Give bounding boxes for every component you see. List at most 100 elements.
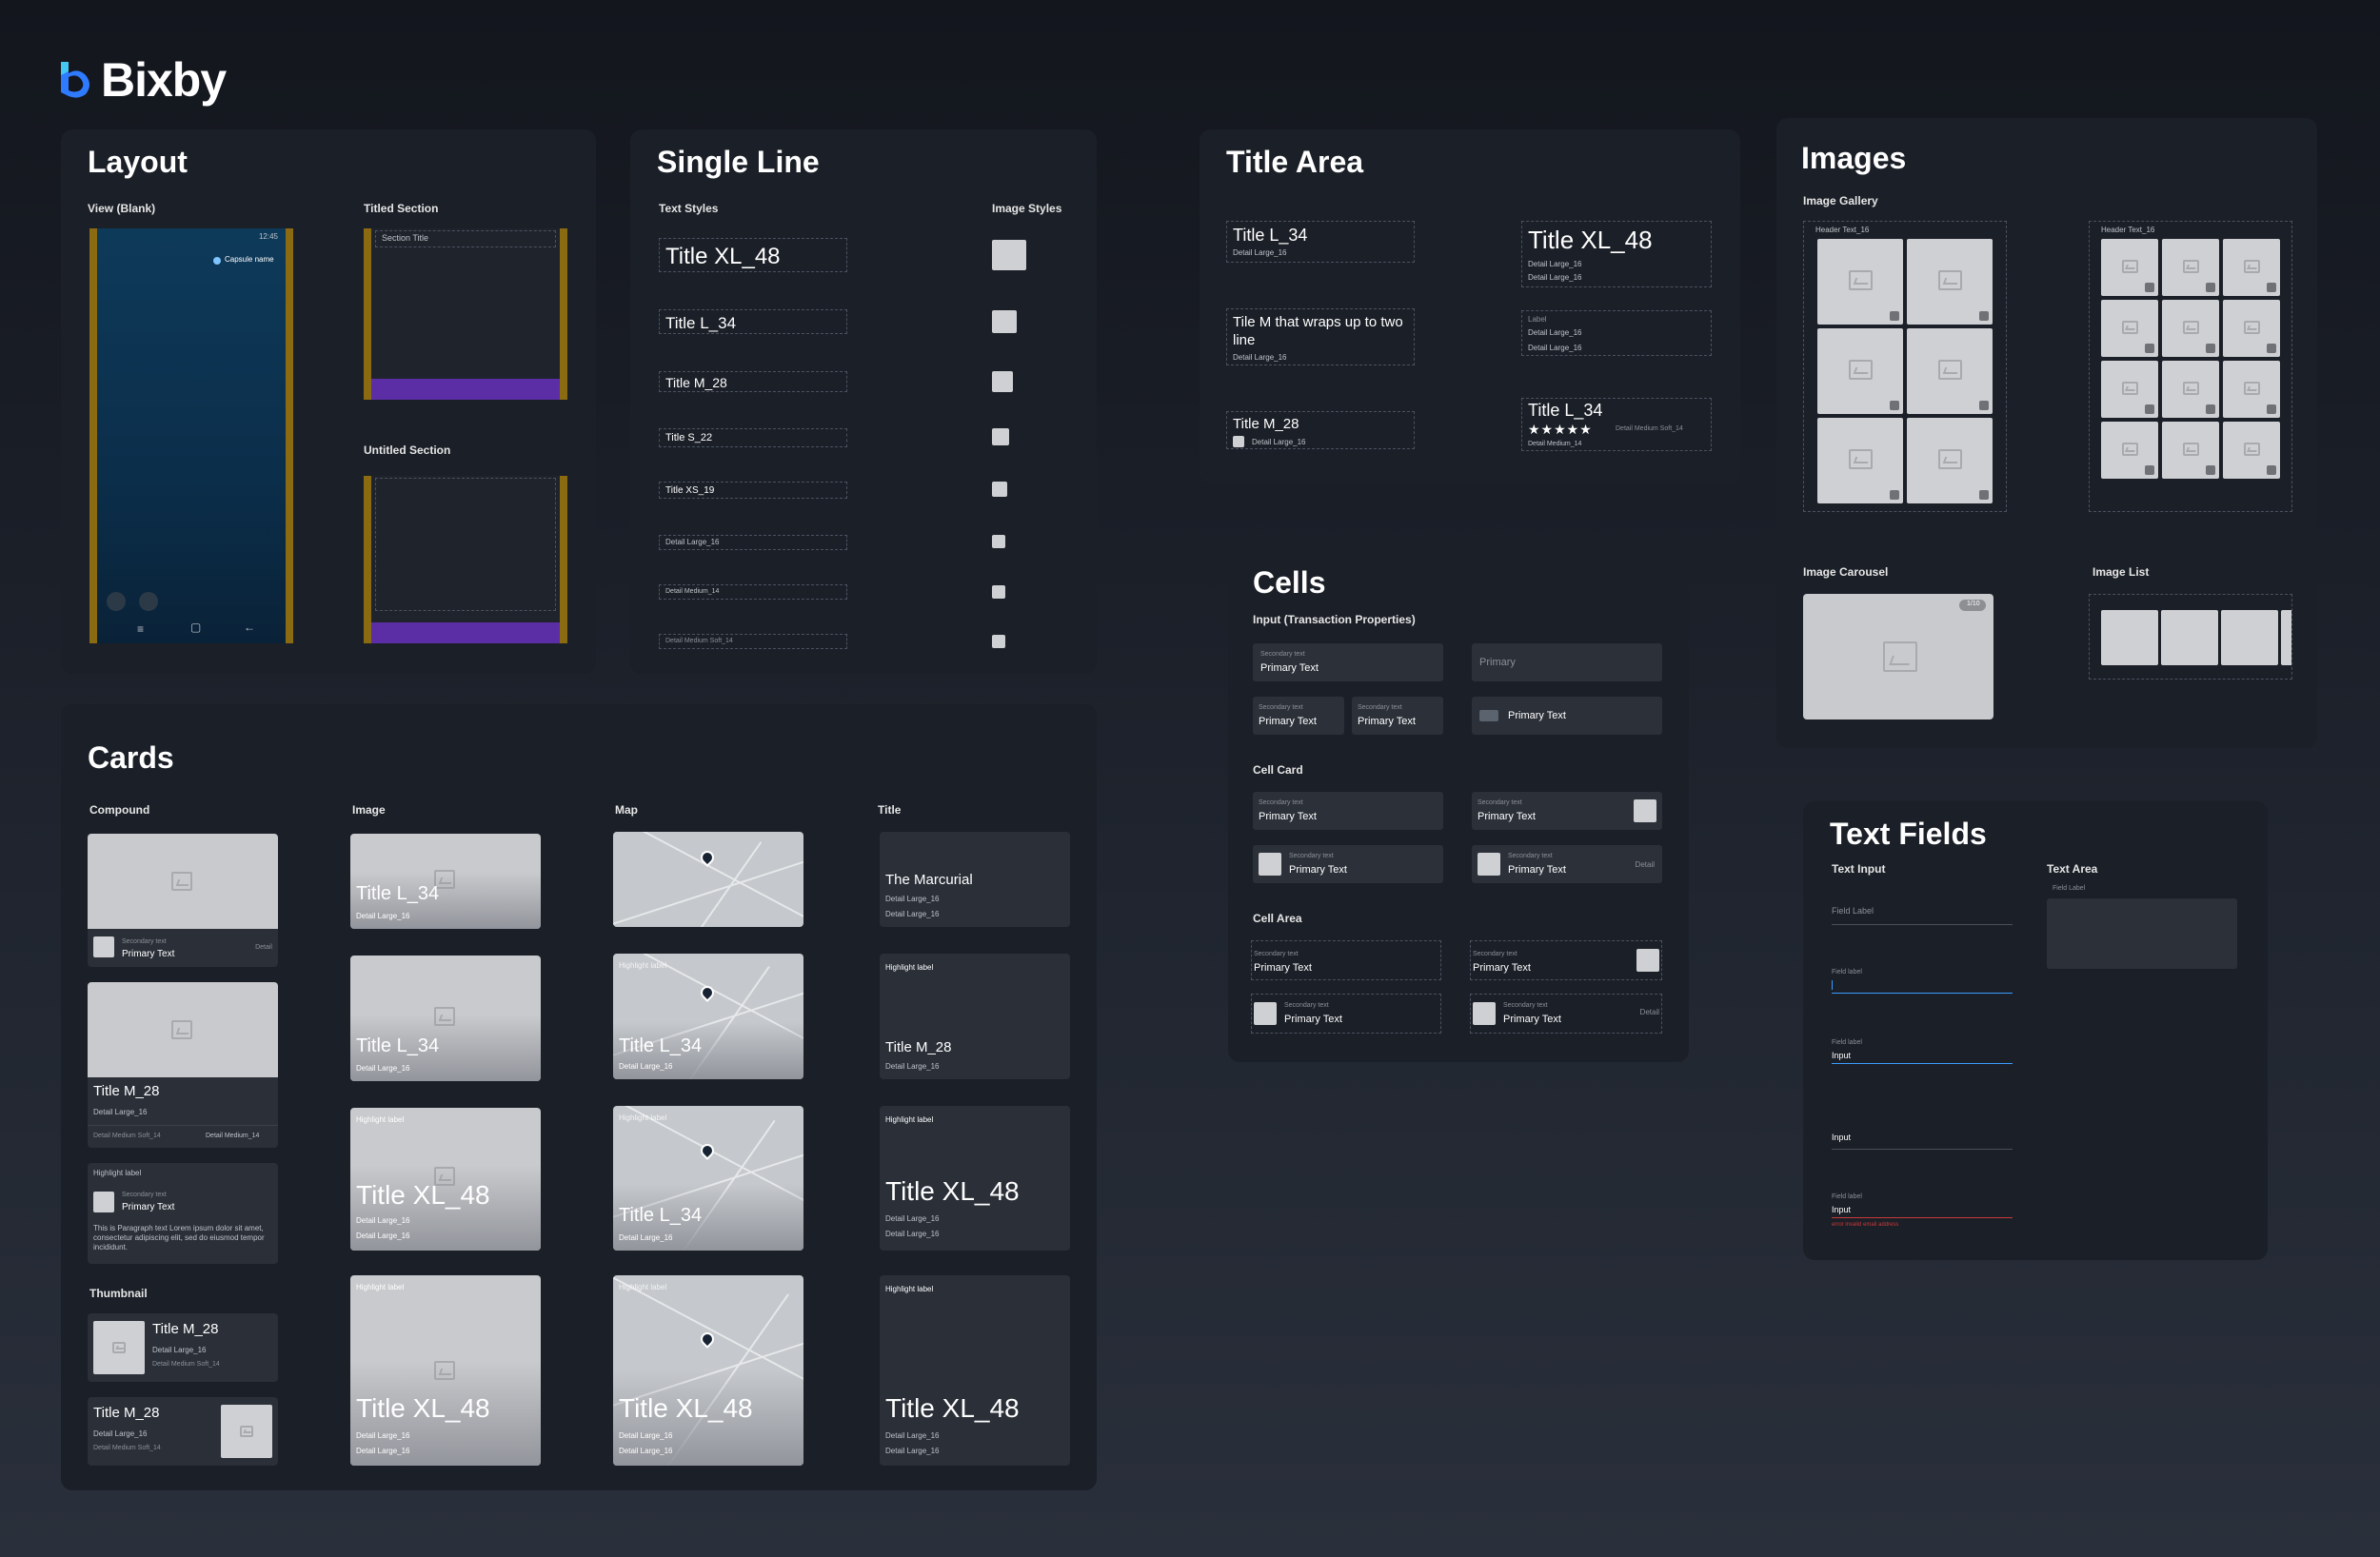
text-input-empty[interactable]: Field Label <box>1832 902 2013 925</box>
layout-panel: Layout View (Blank) Titled Section Untit… <box>61 129 596 674</box>
cell-area-thumb-right[interactable]: Secondary text Primary Text <box>1470 940 1662 980</box>
credit-card-icon <box>1479 710 1498 721</box>
keyboard-icon[interactable] <box>107 592 126 611</box>
text-input-filled-focused[interactable]: Field label Input <box>1832 1039 2013 1064</box>
text-area[interactable] <box>2047 898 2237 969</box>
image-placeholder-icon <box>171 1020 192 1039</box>
action-bar <box>371 379 560 400</box>
map-card-xl[interactable]: Highlight label Title XL_48 Detail Large… <box>613 1275 803 1466</box>
image-style-xs <box>992 482 1007 497</box>
image-placeholder-icon <box>2182 259 2199 273</box>
image-carousel[interactable]: 1/10 <box>1803 594 1993 719</box>
list-image[interactable] <box>2281 610 2291 665</box>
map-card-title[interactable]: Highlight label Title L_34 Detail Large_… <box>613 1106 803 1251</box>
cell-card[interactable]: Secondary text Primary Text <box>1253 792 1443 830</box>
image-gallery-2col: Header Text_16 <box>1803 221 2007 512</box>
title-card-xl-tall[interactable]: Highlight label Title XL_48 Detail Large… <box>880 1275 1070 1466</box>
column-label: Compound <box>89 803 150 817</box>
image-card-l[interactable]: Title L_34 Detail Large_16 <box>350 834 541 929</box>
text-input-filled[interactable]: Input <box>1832 1131 2013 1150</box>
expand-icon <box>2267 465 2276 475</box>
column-label: Title <box>878 803 902 817</box>
expand-icon <box>2145 465 2154 475</box>
gallery-image[interactable] <box>1817 328 1903 414</box>
back-icon[interactable]: ← <box>244 621 255 634</box>
section-label: Untitled Section <box>364 443 451 457</box>
gallery-image[interactable] <box>2223 239 2280 296</box>
thumbnail-card-left[interactable]: Title M_28 Detail Large_16 Detail Medium… <box>88 1313 278 1382</box>
gallery-image[interactable] <box>2223 361 2280 418</box>
list-image[interactable] <box>2161 610 2218 665</box>
compound-card-paragraph[interactable]: Highlight label Secondary text Primary T… <box>88 1163 278 1264</box>
input-cell[interactable]: Secondary text Primary Text <box>1253 643 1443 681</box>
section-label: Text Input <box>1832 862 1886 876</box>
gallery-image[interactable] <box>2162 239 2219 296</box>
gallery-image[interactable] <box>2101 422 2158 479</box>
gallery-image[interactable] <box>2223 300 2280 357</box>
gallery-image[interactable] <box>2101 300 2158 357</box>
recent-apps-icon[interactable]: ≡ <box>137 622 144 636</box>
thumbnail <box>93 936 114 957</box>
gallery-image[interactable] <box>2223 422 2280 479</box>
cell-card-thumb-left[interactable]: Secondary text Primary Text <box>1253 845 1443 883</box>
text-cursor <box>1832 980 1833 990</box>
image-card-xl-tall[interactable]: Highlight label Title XL_48 Detail Large… <box>350 1275 541 1466</box>
bixby-mic-icon[interactable] <box>139 592 158 611</box>
title-card-marcurial[interactable]: The Marcurial Detail Large_16 Detail Lar… <box>880 832 1070 927</box>
bixby-logo: Bixby <box>57 52 295 109</box>
cell-area-thumb-left[interactable]: Secondary text Primary Text <box>1251 994 1441 1034</box>
input-cell-card[interactable]: Primary Text <box>1472 697 1662 735</box>
gallery-image[interactable] <box>1907 239 1993 325</box>
text-input-error[interactable]: Field label Input <box>1832 1193 2013 1218</box>
gallery-image[interactable] <box>2162 300 2219 357</box>
list-image[interactable] <box>2221 610 2278 665</box>
input-cell-half[interactable]: Secondary text Primary Text <box>1253 697 1344 735</box>
compound-card-image-cell[interactable]: Secondary text Primary Text Detail <box>88 834 278 967</box>
image-placeholder-icon <box>1848 448 1873 469</box>
image-card-xl[interactable]: Highlight label Title XL_48 Detail Large… <box>350 1108 541 1251</box>
image-style-xl <box>992 240 1026 270</box>
expand-icon <box>1979 401 1989 410</box>
text-style-title-s: Title S_22 <box>659 428 847 447</box>
title-area-panel: Title Area Title L_34 Detail Large_16 Ti… <box>1200 129 1740 483</box>
cell-card-detail[interactable]: Secondary text Primary Text Detail <box>1472 845 1662 883</box>
gallery-image[interactable] <box>2162 422 2219 479</box>
compound-card-image-title[interactable]: Title M_28 Detail Large_16 Detail Medium… <box>88 982 278 1148</box>
image-card-l[interactable]: Title L_34 Detail Large_16 <box>350 956 541 1081</box>
text-input-focused[interactable]: Field label <box>1832 969 2013 994</box>
expand-icon <box>2145 404 2154 414</box>
expand-icon <box>2206 283 2215 292</box>
gallery-grid <box>1817 239 1994 507</box>
panel-title: Cells <box>1253 565 1326 600</box>
gallery-image[interactable] <box>1817 418 1903 503</box>
gallery-image[interactable] <box>1817 239 1903 325</box>
gallery-image[interactable] <box>1907 328 1993 414</box>
gallery-image[interactable] <box>2101 361 2158 418</box>
gallery-image[interactable] <box>1907 418 1993 503</box>
expand-icon <box>1979 311 1989 321</box>
text-style-detail-medium-soft: Detail Medium Soft_14 <box>659 634 847 649</box>
thumbnail-card-right[interactable]: Title M_28 Detail Large_16 Detail Medium… <box>88 1397 278 1466</box>
image-placeholder-icon <box>2182 320 2199 334</box>
title-area-rating: Title L_34 ★★★★★ Detail Medium Soft_14 D… <box>1521 398 1712 451</box>
status-time: 12:45 <box>258 232 278 241</box>
gallery-image[interactable] <box>2162 361 2219 418</box>
text-style-title-xl: Title XL_48 <box>659 238 847 272</box>
column-label: Image <box>352 803 386 817</box>
map-card[interactable] <box>613 832 803 927</box>
gallery-image[interactable] <box>2101 239 2158 296</box>
cell-area[interactable]: Secondary text Primary Text <box>1251 940 1441 980</box>
text-fields-panel: Text Fields Text Input Text Area Field L… <box>1803 801 2268 1260</box>
home-icon[interactable]: ▢ <box>190 621 201 634</box>
input-cell-half[interactable]: Secondary text Primary Text <box>1352 697 1443 735</box>
image-style-detail-m <box>992 585 1005 599</box>
title-area-wrap: Tile M that wraps up to two line Detail … <box>1226 308 1415 365</box>
list-image[interactable] <box>2101 610 2158 665</box>
title-card-m[interactable]: Highlight label Title M_28 Detail Large_… <box>880 954 1070 1079</box>
input-cell-placeholder[interactable]: Primary <box>1472 643 1662 681</box>
map-card-title[interactable]: Highlight label Title L_34 Detail Large_… <box>613 954 803 1079</box>
cell-area-detail[interactable]: Secondary text Primary Text Detail <box>1470 994 1662 1034</box>
title-card-xl[interactable]: Highlight label Title XL_48 Detail Large… <box>880 1106 1070 1251</box>
cell-card-thumb-right[interactable]: Secondary text Primary Text <box>1472 792 1662 830</box>
expand-icon <box>1890 401 1899 410</box>
